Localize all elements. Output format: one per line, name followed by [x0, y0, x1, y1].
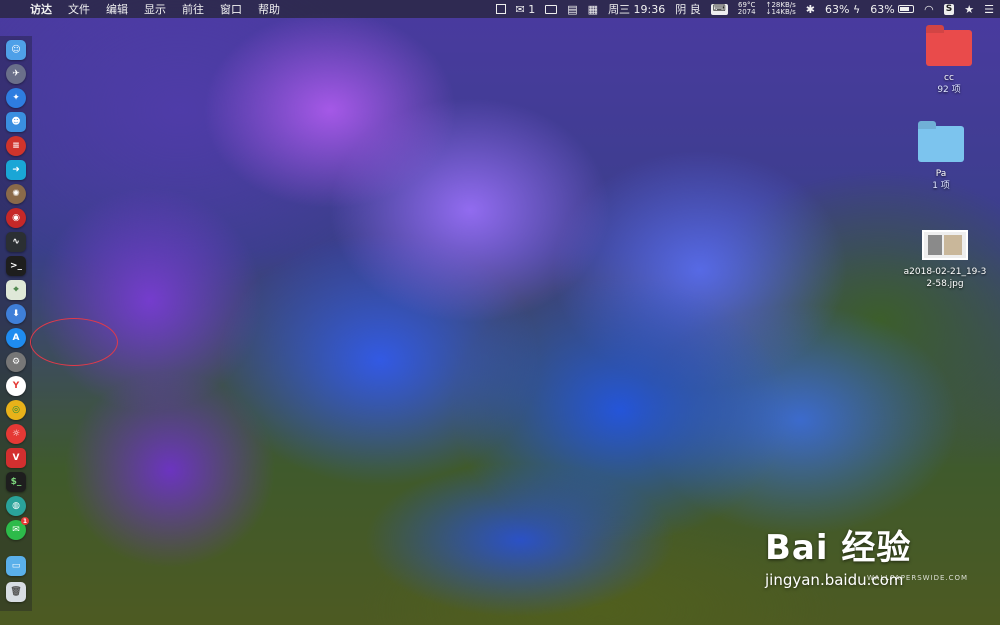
menu-window[interactable]: 窗口: [220, 1, 242, 17]
downloader-icon[interactable]: ⬇: [6, 304, 26, 324]
net-down: ↓14KB/s: [765, 8, 796, 16]
app-teal-icon[interactable]: ◍: [6, 496, 26, 516]
temp-bottom: 2074: [737, 8, 756, 16]
menu-edit[interactable]: 编辑: [106, 1, 128, 17]
wechat-count: 1: [528, 2, 536, 16]
desktop-item-sub: 1 项: [932, 181, 950, 191]
temperature-stat[interactable]: 69°C 2074: [738, 2, 756, 16]
contacts-icon[interactable]: ☻: [6, 112, 26, 132]
finder-icon[interactable]: ☺: [6, 40, 26, 60]
battery-stat[interactable]: 63%: [870, 2, 915, 16]
launchpad-icon[interactable]: ✈: [6, 64, 26, 84]
menu-go[interactable]: 前往: [182, 1, 204, 17]
desktop-item-label: a2018-02-21_19-3: [903, 267, 987, 277]
bluetooth-icon[interactable]: ✱: [806, 3, 815, 16]
cpu-value: 63%: [824, 2, 850, 16]
menu-file[interactable]: 文件: [68, 1, 90, 17]
menu-list-icon[interactable]: ☰: [984, 3, 994, 16]
desktop-image-file[interactable]: a2018-02-21_19-3 2-58.jpg: [890, 230, 1000, 290]
folder-icon: [926, 30, 972, 66]
system-preferences-icon[interactable]: ⚙: [6, 352, 26, 372]
yandex-icon[interactable]: Y: [6, 376, 26, 396]
migration-icon[interactable]: ➜: [6, 160, 26, 180]
wechat-status[interactable]: ✉ 1: [516, 3, 536, 16]
downloads-folder-icon[interactable]: ▭: [6, 556, 26, 576]
netease-music-icon[interactable]: ◉: [6, 208, 26, 228]
wechat-icon: ✉: [515, 2, 525, 16]
annotation-oval: [30, 318, 118, 366]
desktop-item-label: cc: [944, 73, 954, 83]
menu-help[interactable]: 帮助: [258, 1, 280, 17]
weather[interactable]: 阴 良: [675, 1, 701, 17]
keyboard-icon[interactable]: ⌨: [710, 3, 728, 15]
safari-icon[interactable]: ✦: [6, 88, 26, 108]
console-icon[interactable]: $_: [6, 472, 26, 492]
vivaldi-icon[interactable]: V: [6, 448, 26, 468]
wechat-badge: 1: [21, 517, 29, 525]
wechat-app-icon[interactable]: ✉ 1: [6, 517, 29, 540]
dock: ☺ ✈ ✦ ☻ ≡ ➜ ✺ ◉ ∿ >_ ⌖ ⬇ A ⚙ Y ◎ ☼ V $_ …: [0, 36, 32, 611]
lightning-icon: ϟ: [852, 2, 861, 16]
app-store-icon[interactable]: A: [6, 328, 26, 348]
trash-icon[interactable]: 🗑: [6, 582, 26, 602]
desktop-item-label-2: 2-58.jpg: [926, 279, 964, 289]
star-icon[interactable]: ★: [964, 3, 974, 16]
document-icon[interactable]: ▤: [567, 3, 577, 16]
network-stat[interactable]: ↑28KB/s ↓14KB/s: [766, 2, 796, 16]
weibo-icon[interactable]: ☼: [6, 424, 26, 444]
desktop-item-label: Pa: [935, 169, 947, 179]
chat-bubble-icon: ✉: [12, 525, 20, 535]
s-app-icon[interactable]: S: [943, 3, 955, 15]
desktop-folder-cc[interactable]: cc 92 项: [894, 30, 1000, 96]
datetime[interactable]: 周三 19:36: [608, 1, 665, 17]
status-app-icon[interactable]: [495, 4, 506, 14]
display-icon[interactable]: [545, 4, 558, 14]
battery-icon: [898, 5, 915, 13]
wifi-icon[interactable]: ◠: [924, 3, 934, 16]
desktop-item-sub: 92 项: [937, 85, 961, 95]
folder-icon: [918, 126, 964, 162]
layout-icon[interactable]: ▦: [588, 3, 598, 16]
menu-app-name[interactable]: 访达: [30, 1, 52, 17]
menu-bar: 访达 文件 编辑 显示 前往 窗口 帮助 ✉ 1 ▤ ▦ 周三 19:36 阴 …: [0, 0, 1000, 18]
app-red-icon[interactable]: ≡: [6, 136, 26, 156]
terminal-icon[interactable]: >_: [6, 256, 26, 276]
battery-value: 63%: [870, 2, 895, 16]
watermark-logo: Bai 经验: [765, 528, 912, 568]
chrome-icon[interactable]: ◎: [6, 400, 26, 420]
activity-monitor-icon[interactable]: ∿: [6, 232, 26, 252]
cpu-stat[interactable]: 63% ϟ: [825, 3, 860, 16]
desktop-folder-pa[interactable]: Pa 1 项: [886, 126, 996, 192]
app-brown-icon[interactable]: ✺: [6, 184, 26, 204]
maps-icon[interactable]: ⌖: [6, 280, 26, 300]
menu-view[interactable]: 显示: [144, 1, 166, 17]
image-thumbnail-icon: [922, 230, 968, 260]
wallpaper-credit: WALLPAPERSWIDE.COM: [867, 574, 969, 582]
